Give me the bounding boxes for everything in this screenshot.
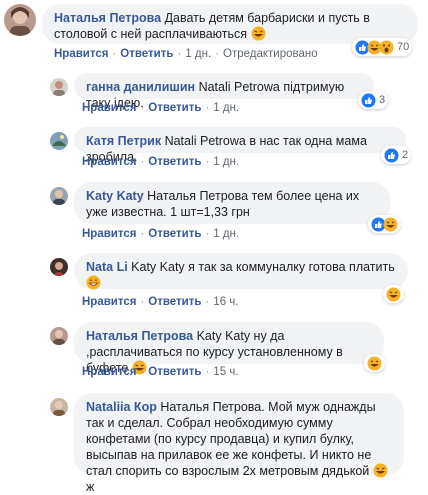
reply-link[interactable]: Ответить [148, 366, 201, 378]
comment-time[interactable]: 1 дн. [213, 156, 239, 168]
avatar[interactable] [50, 398, 68, 416]
comment-time[interactable]: 16 ч. [213, 296, 238, 308]
laugh-icon [386, 287, 401, 302]
like-link[interactable]: Нравится [82, 228, 136, 240]
reply-link[interactable]: Ответить [148, 228, 201, 240]
like-link[interactable]: Нравится [54, 48, 108, 60]
comment-bubble: Nataliia Кор Наталья Петрова. Мой муж од… [74, 393, 404, 494]
grin-emoji-icon [86, 275, 101, 290]
rofl-emoji-icon [251, 26, 266, 41]
comment-bubble: ганна данилишин Natali Petrowa підтримую… [74, 73, 374, 110]
comment-author[interactable]: Nata Li [86, 260, 128, 274]
wow-icon [379, 40, 394, 55]
reply-link[interactable]: Ответить [148, 296, 201, 308]
reaction-count: 70 [397, 41, 410, 53]
reactions-summary[interactable]: 70 [352, 38, 413, 56]
comment-author[interactable]: Наталья Петрова [86, 329, 193, 343]
comment-actions: Нравится · Ответить · 1 дн. · Отредактировано [54, 48, 318, 60]
reply-link[interactable]: Ответить [120, 48, 173, 60]
reactions-summary[interactable]: 3 [358, 91, 389, 109]
reply-link[interactable]: Ответить [148, 156, 201, 168]
comment-time[interactable]: 15 ч. [213, 366, 238, 378]
reactions-summary[interactable] [383, 285, 404, 303]
reactions-summary[interactable] [368, 215, 401, 233]
comment-text-tail: ж [86, 480, 95, 494]
edited-label[interactable]: Отредактировано [223, 48, 318, 60]
reply-link[interactable]: Ответить [148, 102, 201, 114]
rofl-emoji-icon [373, 463, 388, 478]
avatar[interactable] [4, 4, 36, 36]
comment-author[interactable]: Nataliia Кор [86, 400, 157, 414]
comment-actions: Нравится · Ответить · 1 дн. [82, 156, 240, 168]
comment-author[interactable]: Катя Петрик [86, 134, 161, 148]
avatar[interactable] [50, 132, 68, 150]
comment-time[interactable]: 1 дн. [213, 102, 239, 114]
comment-actions: Нравится · Ответить · 1 дн. [82, 228, 240, 240]
reactions-summary[interactable] [364, 354, 385, 372]
avatar[interactable] [50, 327, 68, 345]
reactions-summary[interactable]: 2 [381, 146, 412, 164]
reaction-count: 3 [379, 94, 386, 106]
like-link[interactable]: Нравится [82, 366, 136, 378]
comment-text: Katy Katy я так за коммуналку готова пла… [131, 260, 395, 274]
comment-bubble: Katy Katy Наталья Петрова тем более цена… [74, 182, 390, 224]
laugh-icon [367, 356, 382, 371]
comment-bubble: Nata Li Katy Katy я так за коммуналку го… [74, 253, 408, 290]
reaction-count: 2 [402, 149, 409, 161]
comment-actions: Нравится · Ответить · 1 дн. [82, 102, 240, 114]
avatar[interactable] [50, 78, 68, 96]
like-link[interactable]: Нравится [82, 296, 136, 308]
avatar[interactable] [50, 258, 68, 276]
avatar[interactable] [50, 187, 68, 205]
comment-time[interactable]: 1 дн. [185, 48, 211, 60]
comment-author[interactable]: Наталья Петрова [54, 11, 161, 25]
like-icon [361, 93, 376, 108]
comment-author[interactable]: Katy Katy [86, 189, 144, 203]
comment-actions: Нравится · Ответить · 16 ч. [82, 296, 239, 308]
comment-time[interactable]: 1 дн. [213, 228, 239, 240]
like-link[interactable]: Нравится [82, 156, 136, 168]
like-icon [384, 148, 399, 163]
comment-actions: Нравится · Ответить · 15 ч. [82, 366, 239, 378]
comment-bubble: Наталья Петрова Katy Katy ну да ,расплач… [74, 322, 384, 375]
comment-author[interactable]: ганна данилишин [86, 80, 195, 94]
like-link[interactable]: Нравится [82, 102, 136, 114]
laugh-icon [383, 217, 398, 232]
comment-bubble: Катя Петрик Natali Petrowa в нас так одн… [74, 127, 406, 164]
